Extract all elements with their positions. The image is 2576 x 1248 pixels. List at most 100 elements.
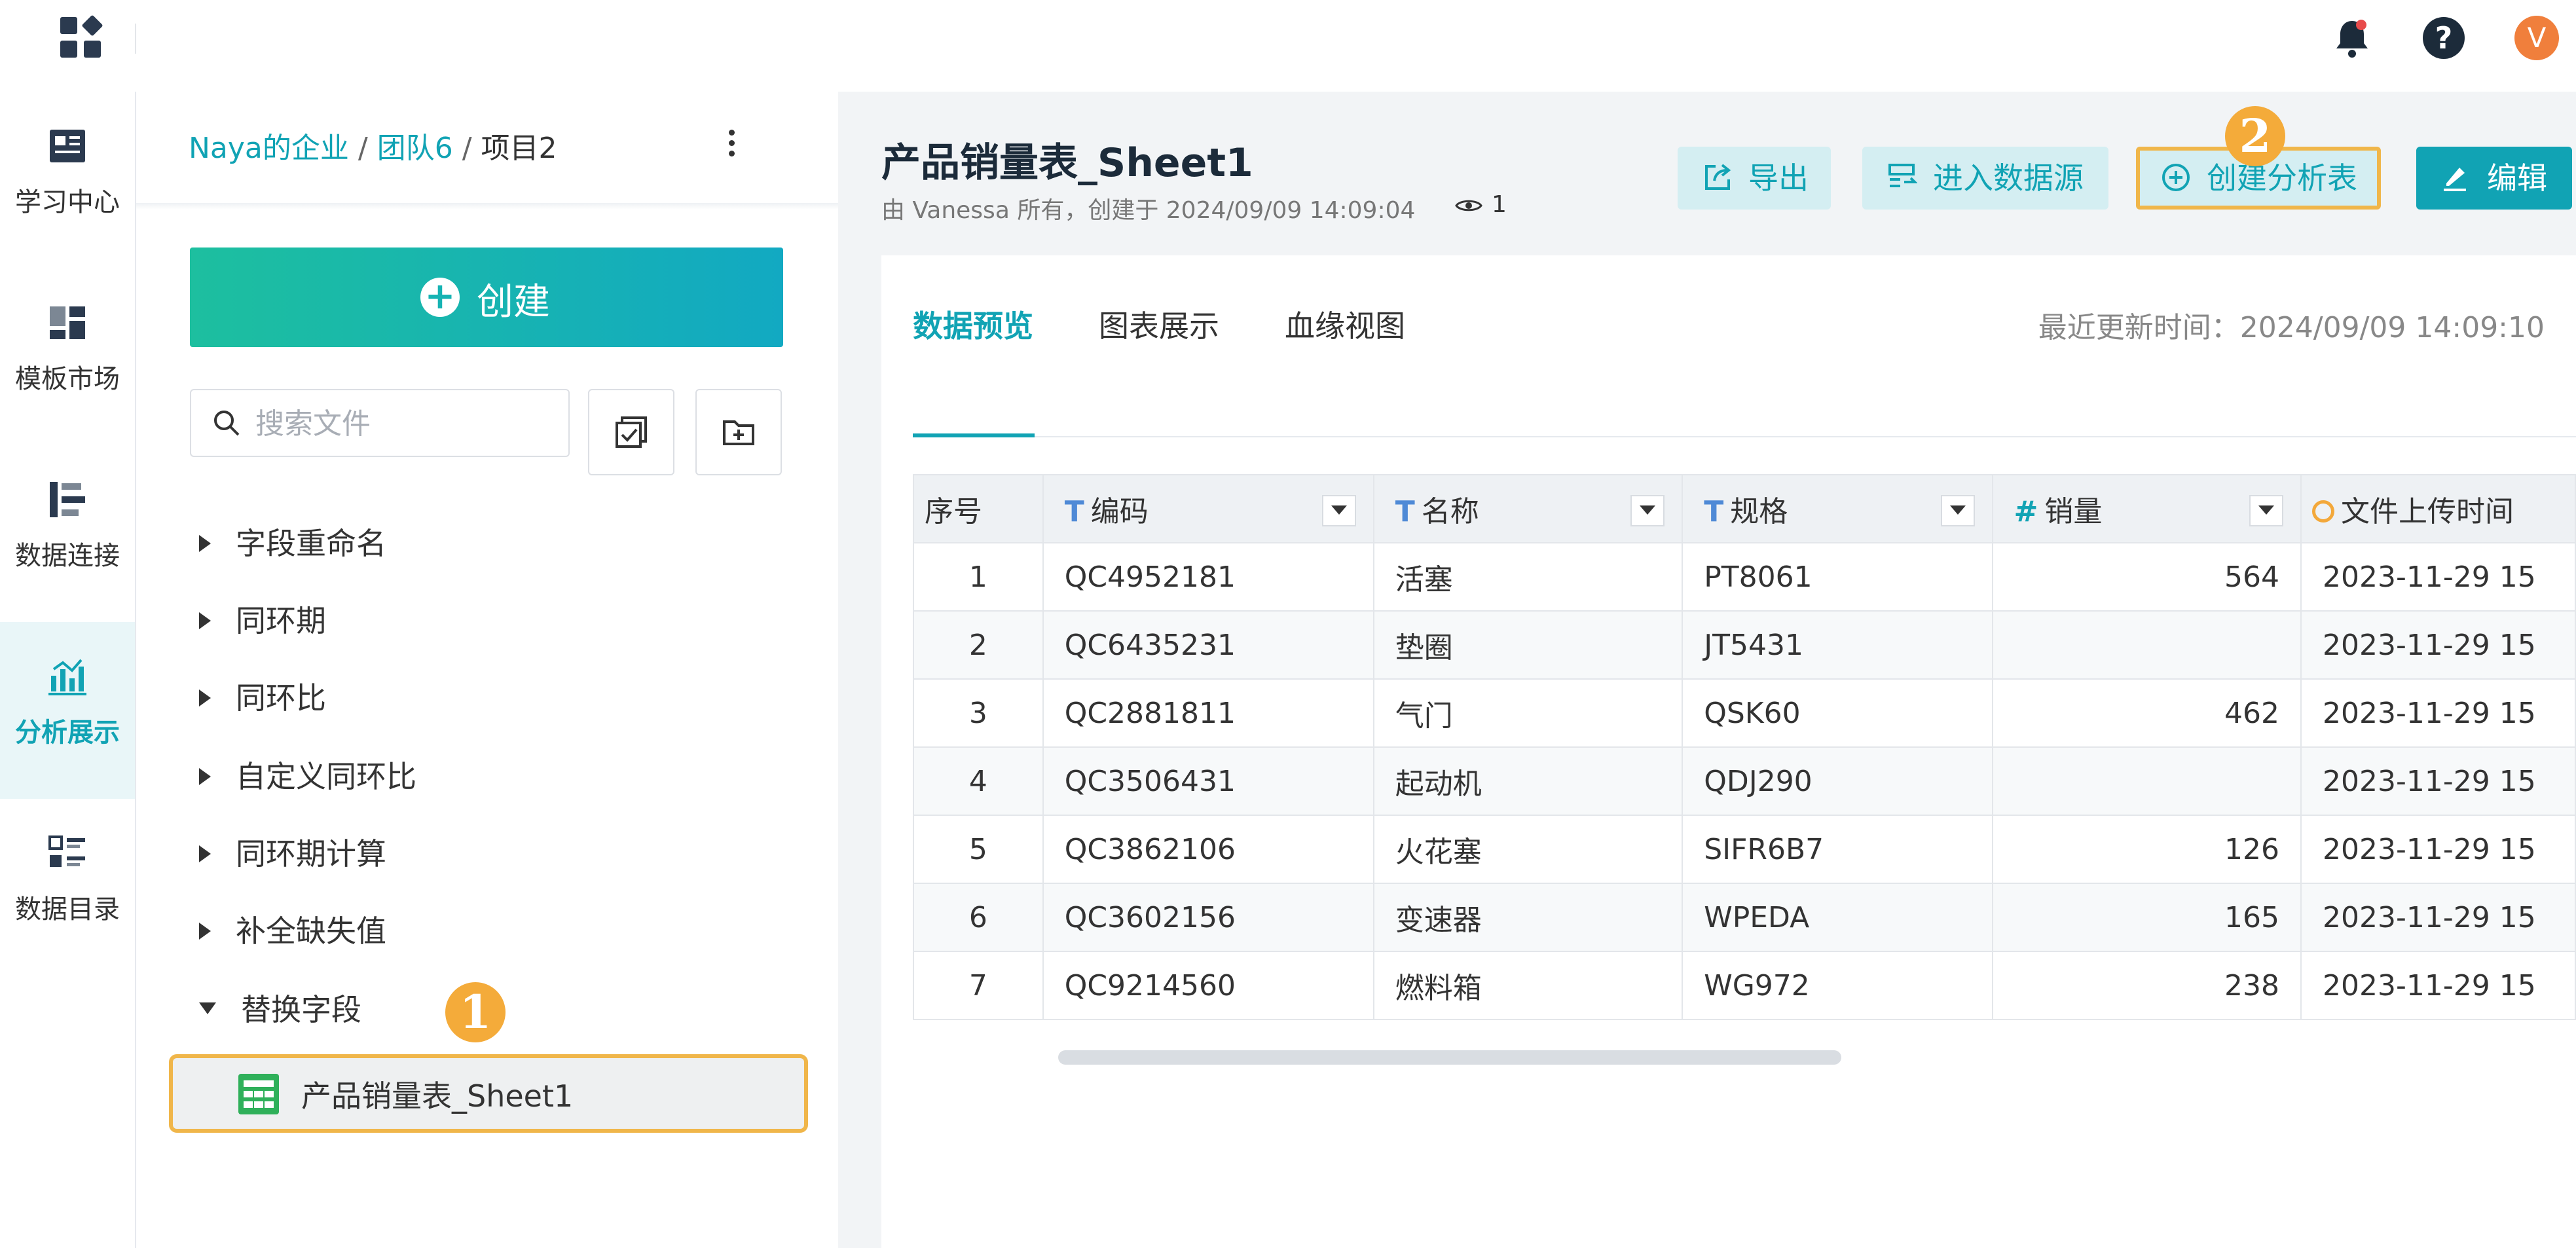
table-cell: QC3602156 [1042,883,1374,952]
tab-chart-display[interactable]: 图表展示 [1099,303,1219,346]
column-header-index: 序号 [913,474,1044,543]
dropdown-icon[interactable] [2249,495,2284,526]
table-row[interactable]: 1 QC4952181 活塞 PT8061 564 2023-11-29 15 [913,542,2576,612]
table-row[interactable]: 7 QC9214560 燃料箱 WG972 238 2023-11-29 15 [913,951,2576,1020]
column-header-upload-time[interactable]: 文件上传时间 [2300,474,2576,543]
create-analysis-label: 创建分析表 [2207,160,2357,196]
table-cell: 活塞 [1372,542,1684,612]
table-cell: 126 [1991,815,2302,884]
left-rail: 学习中心 模板市场 数据连接 分析展示 数据目录 [0,92,136,1248]
tree-item[interactable]: 同环期 [199,597,326,650]
caret-right-icon [199,534,211,552]
table-cell: 2023-11-29 15 [2300,883,2576,952]
spreadsheet-icon [238,1074,279,1114]
table-row[interactable]: 4 QC3506431 起动机 QDJ290 2023-11-29 15 [913,746,2576,816]
last-updated: 最近更新时间：2024/09/09 14:09:10 [2038,311,2545,344]
table-cell: 2023-11-29 15 [2300,542,2576,612]
tab-active-indicator [913,433,1035,437]
table-row[interactable]: 5 QC3862106 火花塞 SIFR6B7 126 2023-11-29 15 [913,815,2576,884]
data-table: 序号 T 编码 T 名称 T 规格 # 销量 文件上传时间 1 QC4952181 活塞 PT… [913,474,2576,1031]
table-cell: 2023-11-29 15 [2300,815,2576,884]
table-cell: 2023-11-29 15 [2300,610,2576,680]
search-input[interactable] [254,405,558,443]
table-row[interactable]: 6 QC3602156 变速器 WPEDA 165 2023-11-29 15 [913,883,2576,952]
tree-item[interactable]: 补全缺失值 [199,908,386,960]
rail-label: 数据连接 [15,541,120,571]
table-cell: 238 [1991,951,2302,1020]
breadcrumb-enterprise[interactable]: Naya的企业 [189,132,349,165]
clock-icon [2312,500,2335,523]
table-cell: QC9214560 [1042,951,1374,1020]
table-cell: 4 [913,746,1044,816]
tree-item[interactable]: 自定义同环比 [199,753,416,805]
column-header-code[interactable]: T 编码 [1042,474,1374,543]
table-cell: SIFR6B7 [1682,815,1993,884]
rail-item-analysis-display[interactable]: 分析展示 [0,622,135,799]
batch-select-button[interactable] [588,389,674,475]
table-cell: 燃料箱 [1372,951,1684,1020]
rail-label: 模板市场 [15,364,120,394]
table-cell: 165 [1991,883,2302,952]
tree-item[interactable]: 替换字段 [199,986,361,1038]
column-header-spec[interactable]: T 规格 [1682,474,1993,543]
column-header-name[interactable]: T 名称 [1372,474,1684,543]
tree-item[interactable]: 同环比 [199,674,326,727]
number-type-icon: # [2014,495,2038,528]
avatar[interactable]: V [2514,16,2559,60]
edit-button[interactable]: 编辑 [2416,147,2572,210]
template-market-icon [46,301,89,344]
enter-datasource-button[interactable]: 进入数据源 [1862,147,2108,210]
table-row[interactable]: 2 QC6435231 垫圈 JT5431 2023-11-29 15 [913,610,2576,680]
table-row[interactable]: 3 QC2881811 气门 QSK60 462 2023-11-29 15 [913,678,2576,748]
table-cell: 6 [913,883,1044,952]
bell-icon[interactable] [2332,17,2372,59]
dropdown-icon[interactable] [1630,495,1665,526]
tab-data-preview[interactable]: 数据预览 [913,303,1033,346]
tree-item-label: 补全缺失值 [236,913,386,949]
table-cell: JT5431 [1682,610,1993,680]
table-cell: 1 [913,542,1044,612]
search-box [190,389,570,457]
create-button[interactable]: + 创建 [190,248,783,347]
datasource-icon [1888,164,1917,187]
export-button[interactable]: 导出 [1678,147,1831,210]
checkbox-multi-icon [616,416,647,448]
step-badge-1: 1 [445,982,506,1042]
text-type-icon: T [1064,495,1084,528]
rail-item-data-connection[interactable]: 数据连接 [0,445,135,622]
caret-down-icon [199,1002,216,1014]
tab-lineage-view[interactable]: 血缘视图 [1285,303,1405,346]
breadcrumb-team[interactable]: 团队6 [377,132,453,165]
column-header-sales[interactable]: # 销量 [1991,474,2302,543]
table-cell: QC6435231 [1042,610,1374,680]
table-cell: 火花塞 [1372,815,1684,884]
rail-item-data-catalog[interactable]: 数据目录 [0,799,135,976]
rail-item-template-market[interactable]: 模板市场 [0,268,135,445]
table-cell: PT8061 [1682,542,1993,612]
help-icon[interactable]: ? [2423,17,2465,59]
step-badge-2: 2 [2225,106,2285,166]
rail-label: 数据目录 [15,894,120,925]
tree-item[interactable]: 字段重命名 [199,520,386,572]
divider [135,24,136,54]
dropdown-icon[interactable] [1940,495,1975,526]
tree-item[interactable]: 同环期计算 [199,830,386,883]
data-catalog-icon [46,832,89,875]
breadcrumb: Naya的企业 / 团队6 / 项目2 [189,124,557,166]
preview-card: 数据预览 图表展示 血缘视图 最近更新时间：2024/09/09 14:09:1… [881,255,2576,1248]
dropdown-icon[interactable] [1321,495,1356,526]
app-grid-icon[interactable] [60,14,103,59]
more-options-icon[interactable] [726,127,739,160]
file-panel: Naya的企业 / 团队6 / 项目2 + 创建 字段重命名 同环期 同环比 自定义同环… [136,92,961,1248]
edit-icon [2444,168,2466,191]
enter-datasource-label: 进入数据源 [1933,160,2084,196]
eye-icon [1455,200,1482,211]
rail-item-learning-center[interactable]: 学习中心 [0,92,135,268]
file-item-selected[interactable]: 产品销量表_Sheet1 [169,1054,808,1133]
horizontal-scrollbar[interactable] [1058,1050,1841,1065]
export-button-label: 导出 [1748,160,1809,196]
main-content: 产品销量表_Sheet1 由 Vanessa 所有，创建于 2024/09/09… [842,92,2576,1248]
caret-right-icon [199,612,211,629]
new-folder-button[interactable] [695,389,782,475]
table-cell: QC2881811 [1042,678,1374,748]
